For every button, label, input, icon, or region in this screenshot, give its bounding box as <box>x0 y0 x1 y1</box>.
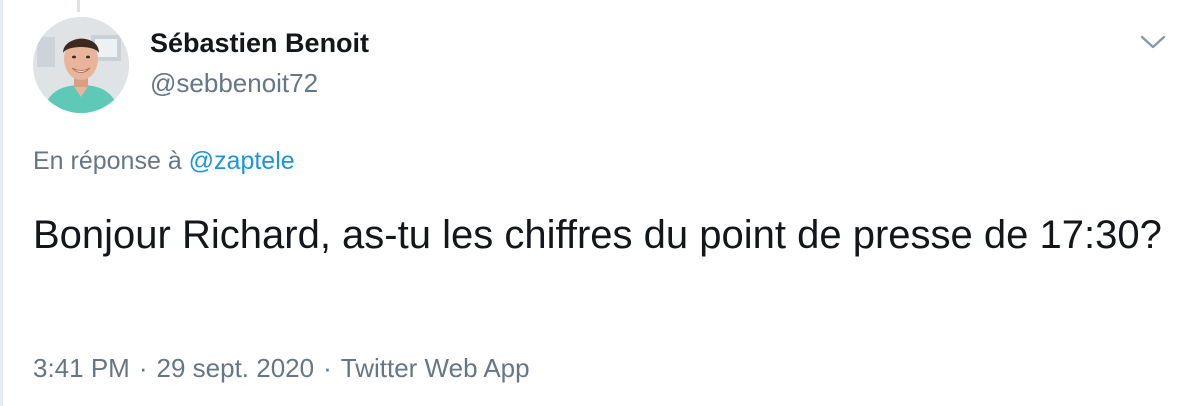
thread-border <box>0 0 3 406</box>
tweet-card: Sébastien Benoit @sebbenoit72 En réponse… <box>0 0 1190 406</box>
tweet-text: Bonjour Richard, as-tu les chiffres du p… <box>33 213 1162 257</box>
tweet-metadata: 3:41 PM · 29 sept. 2020 · Twitter Web App <box>33 353 530 384</box>
tweet-time-link[interactable]: 3:41 PM <box>33 353 130 383</box>
tweet-date-link[interactable]: 29 sept. 2020 <box>157 353 315 383</box>
thread-connector-line <box>77 0 80 12</box>
author-handle[interactable]: @sebbenoit72 <box>150 68 318 99</box>
tweet-source-link[interactable]: Twitter Web App <box>341 353 530 383</box>
author-display-name[interactable]: Sébastien Benoit <box>150 28 369 59</box>
meta-separator: · <box>138 353 148 383</box>
reply-mention-link[interactable]: @zaptele <box>189 147 295 175</box>
reply-prefix: En réponse à <box>33 147 189 175</box>
reply-context: En réponse à @zaptele <box>33 147 295 176</box>
meta-separator: · <box>323 353 332 383</box>
avatar[interactable] <box>33 17 129 113</box>
chevron-down-icon[interactable] <box>1138 30 1168 54</box>
avatar-photo <box>33 17 129 113</box>
